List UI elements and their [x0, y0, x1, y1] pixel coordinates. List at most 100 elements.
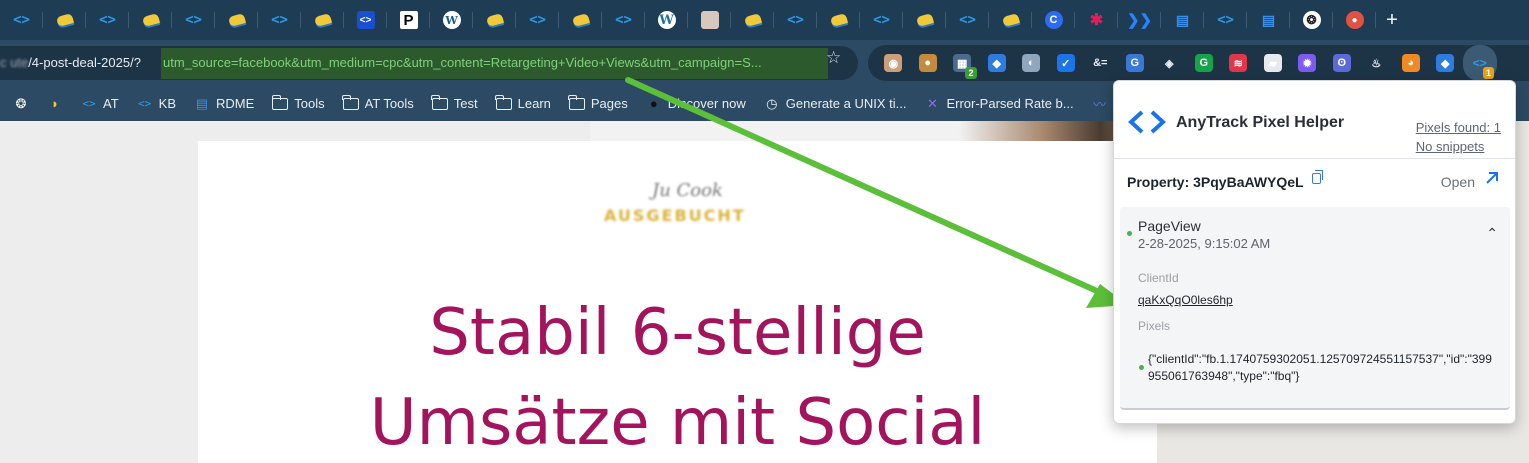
globe-icon: ◐ [1022, 54, 1041, 72]
extension-button[interactable]: ◆ [1428, 45, 1463, 81]
bookmark-item[interactable]: ▤ RDME [194, 96, 254, 112]
browser-tab[interactable]: ❯❯ [1118, 0, 1161, 40]
pixels-label: Pixels [1138, 319, 1171, 333]
clock-icon: ◷ [766, 95, 778, 111]
external-link-icon[interactable] [1483, 169, 1501, 187]
bookmark-item[interactable]: Test [431, 94, 478, 111]
popup-title: AnyTrack Pixel Helper [1176, 114, 1345, 131]
browser-tab[interactable]: <> [860, 0, 903, 40]
bookmark-label: Generate a UNIX ti... [785, 96, 907, 111]
extension-button[interactable]: ✹ [1290, 45, 1325, 81]
browser-tab[interactable] [989, 0, 1032, 40]
event-time: 2-28-2025, 9:15:02 AM [1138, 236, 1271, 251]
code-icon: <> [615, 12, 632, 28]
extension-button[interactable]: ◕ [1394, 45, 1429, 81]
bookmark-item[interactable]: Learn [495, 94, 551, 111]
scroll-icon: ≋ [1229, 54, 1248, 72]
browser-tab[interactable] [129, 0, 172, 40]
browser-tab[interactable]: <> [0, 0, 43, 40]
extension-button[interactable]: ◐ [1014, 45, 1049, 81]
browser-tab[interactable]: <> [774, 0, 817, 40]
url-path: /4-post-deal-2025/? [28, 55, 141, 70]
extension-button[interactable]: ✓ [1049, 45, 1084, 81]
browser-tab[interactable]: <> [172, 0, 215, 40]
client-id-value[interactable]: qaKxQqO0les6hp [1138, 293, 1233, 307]
code-icon: <> [1217, 12, 1234, 28]
browser-tab[interactable] [215, 0, 258, 40]
bookmark-item[interactable]: Pages [568, 94, 628, 111]
bookmark-item[interactable]: ◷ Generate a UNIX ti... [764, 95, 907, 112]
bird-icon [915, 13, 934, 27]
dot-icon: ● [649, 96, 658, 111]
new-tab-button[interactable]: + [1376, 9, 1408, 32]
bookmark-star-icon[interactable]: ☆ [826, 48, 841, 68]
browser-tab[interactable]: ▤ [1161, 0, 1204, 40]
book-icon: ▤ [195, 95, 209, 111]
extension-button[interactable]: ▦ 2 [945, 45, 980, 81]
bookmark-item[interactable]: ◗ [47, 96, 63, 112]
folder-icon [431, 94, 448, 110]
open-link[interactable]: Open [1441, 174, 1475, 190]
extension-button[interactable]: ◈ [1152, 45, 1187, 81]
bookmark-item[interactable]: <> KB [137, 96, 176, 112]
extension-button[interactable]: &= [1083, 45, 1118, 81]
browser-tab[interactable]: ❂ [1290, 0, 1333, 40]
browser-tab[interactable] [817, 0, 860, 40]
browser-tab[interactable]: ▤ [1247, 0, 1290, 40]
bookmark-item[interactable]: 〰 [1092, 96, 1108, 112]
no-snippets-link[interactable]: No snippets [1416, 137, 1501, 156]
extension-button[interactable]: <> 1 [1462, 45, 1497, 81]
extension-button[interactable]: G [1187, 45, 1222, 81]
extension-button[interactable]: ≋ [1221, 45, 1256, 81]
browser-tab[interactable]: W [645, 0, 688, 40]
browser-tab[interactable]: <> [516, 0, 559, 40]
extension-button[interactable]: ◆ [980, 45, 1015, 81]
browser-tab[interactable]: C [1032, 0, 1075, 40]
browser-tab[interactable] [559, 0, 602, 40]
browser-tab[interactable] [903, 0, 946, 40]
jira-icon: ❯❯ [1126, 12, 1153, 29]
browser-tab[interactable] [43, 0, 86, 40]
browser-tab[interactable]: <> [1204, 0, 1247, 40]
code-icon: <> [787, 12, 804, 28]
browser-tab[interactable]: ● [1333, 0, 1376, 40]
monster-icon: ʘ [1332, 54, 1351, 72]
bookmark-item[interactable]: <> AT [81, 96, 118, 112]
browser-tab[interactable] [688, 0, 731, 40]
browser-tab[interactable]: <> [258, 0, 301, 40]
browser-tab[interactable] [301, 0, 344, 40]
browser-tab[interactable]: W [430, 0, 473, 40]
bookmark-item[interactable]: AT Tools [342, 94, 414, 111]
bookmark-item[interactable]: ● Discover now [646, 96, 746, 112]
browser-tab[interactable]: <> [946, 0, 989, 40]
extension-button[interactable]: G [1118, 45, 1153, 81]
collapse-chevron-icon[interactable]: ⌃ [1486, 225, 1498, 242]
extension-button[interactable]: ▰ [1256, 45, 1291, 81]
bird-icon [743, 13, 762, 27]
code-icon: <> [959, 12, 976, 28]
extension-button[interactable]: ʘ [1325, 45, 1360, 81]
folder-icon [271, 94, 289, 110]
browser-tab[interactable]: ✱ [1075, 0, 1118, 40]
bookmark-item[interactable]: Tools [271, 94, 325, 111]
browser-tab[interactable]: <> [344, 0, 387, 40]
extension-button[interactable]: ◉ [876, 45, 911, 81]
code-icon: <> [138, 97, 152, 110]
eraser-icon: ▰ [1263, 54, 1282, 72]
browser-tab[interactable]: P [387, 0, 430, 40]
extension-button[interactable]: ♨ [1359, 45, 1394, 81]
bookmark-item[interactable]: ❂ [13, 96, 29, 112]
tab-strip: <> <> <> <> <> P W <> <> W <> <> <> C ✱ ❯❯ ▤ <> ▤ ❂ ● + [0, 0, 1529, 40]
copy-icon[interactable] [1312, 170, 1323, 184]
extension-button[interactable]: ● [911, 45, 946, 81]
book-icon: ▤ [1261, 11, 1276, 28]
pixels-found-link[interactable]: Pixels found: 1 [1416, 118, 1501, 137]
address-bar[interactable]: c ute/4-post-deal-2025/? utm_source=face… [0, 46, 858, 80]
browser-tab[interactable] [731, 0, 774, 40]
bookmark-item[interactable]: ✕ Error-Parsed Rate b... [924, 96, 1074, 112]
code-icon: <> [185, 12, 202, 28]
browser-tab[interactable] [473, 0, 516, 40]
browser-tab[interactable]: <> [86, 0, 129, 40]
browser-tab[interactable]: <> [602, 0, 645, 40]
site-logo[interactable]: Ju Cook AUSGEBUCHT [604, 180, 754, 234]
